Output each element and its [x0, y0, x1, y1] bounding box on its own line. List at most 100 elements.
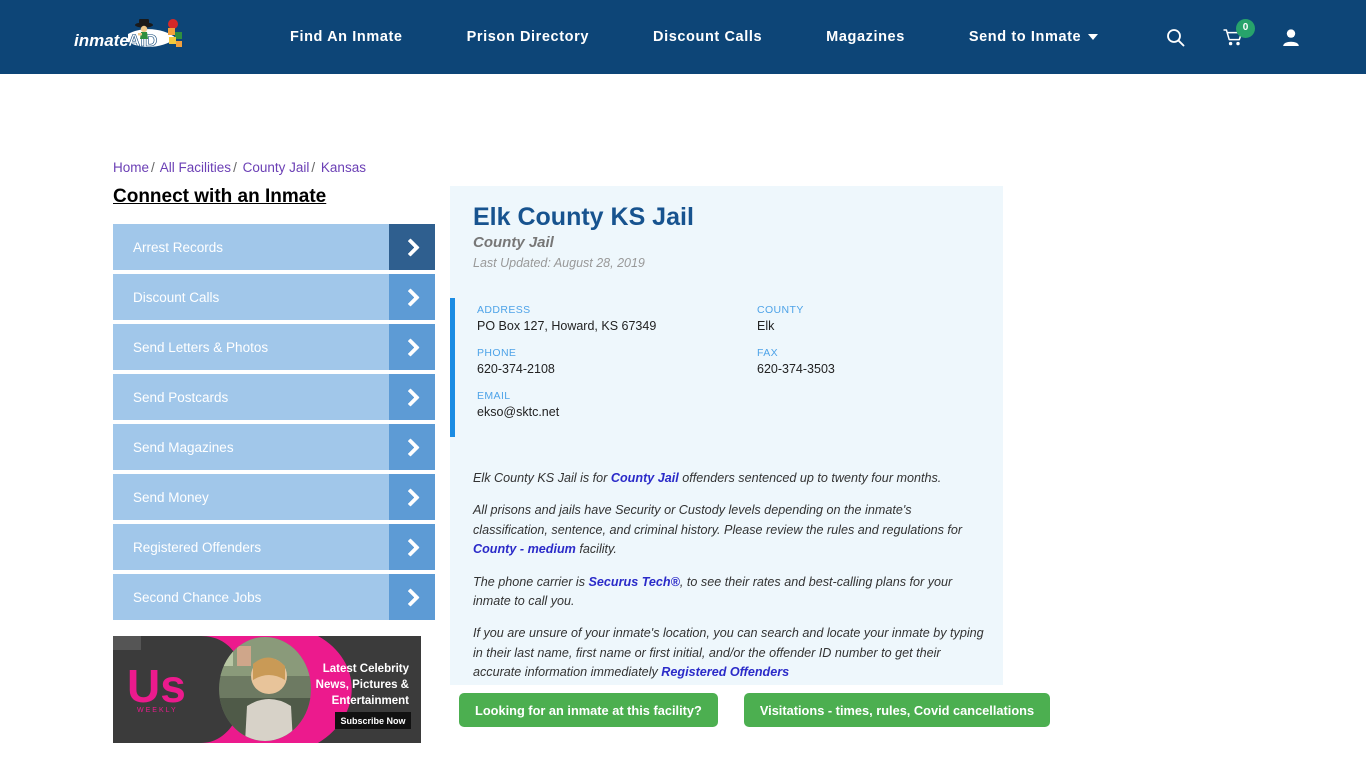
svg-text:Latest Celebrity: Latest Celebrity: [323, 663, 410, 675]
chevron-right-icon: [389, 524, 435, 570]
sidebar-item-send-postcards[interactable]: Send Postcards: [113, 374, 435, 420]
p1-text-b: offenders sentenced up to twenty four mo…: [678, 471, 942, 485]
user-icon[interactable]: [1282, 28, 1300, 47]
info-label: COUNTY: [757, 304, 804, 316]
chevron-right-icon: [389, 374, 435, 420]
info-label: PHONE: [477, 347, 517, 359]
visitations-button[interactable]: Visitations - times, rules, Covid cancel…: [743, 693, 1051, 727]
sidebar-item-label: Discount Calls: [133, 289, 220, 305]
sidebar-item-label: Arrest Records: [133, 239, 224, 255]
breadcrumb-item-county-jail[interactable]: County Jail: [243, 160, 310, 175]
breadcrumb-item-kansas[interactable]: Kansas: [321, 160, 366, 175]
info-label: FAX: [757, 347, 779, 359]
facility-detail-card: Elk County KS Jail County Jail Last Upda…: [450, 186, 1003, 685]
sidebar-item-discount-calls[interactable]: Discount Calls: [113, 274, 435, 320]
svg-text:inmate: inmate: [74, 31, 129, 50]
accent-bar: [450, 298, 455, 437]
link-county-medium[interactable]: County - medium: [473, 542, 576, 556]
page-title: Elk County KS Jail: [473, 203, 694, 231]
sidebar-item-label: Send Letters & Photos: [133, 339, 269, 355]
svg-text:Entertainment: Entertainment: [332, 695, 409, 707]
sidebar-item-label: Send Postcards: [133, 389, 229, 405]
p2-text-b: facility.: [575, 542, 617, 557]
main-navigation: Find An Inmate Prison Directory Discount…: [258, 0, 1108, 74]
nav-item-discount-calls[interactable]: Discount Calls: [621, 29, 794, 45]
facility-description: Elk County KS Jail is for County Jail of…: [473, 469, 985, 696]
description-paragraph-4: If you are unsure of your inmate's locat…: [473, 624, 985, 682]
breadcrumb-item-home[interactable]: Home: [113, 160, 149, 175]
info-row: PHONE 620-374-2108 FAX 620-374-3503: [477, 347, 977, 390]
info-cell-address: ADDRESS PO Box 127, Howard, KS 67349: [477, 304, 757, 333]
info-cell-fax: FAX 620-374-3503: [757, 347, 977, 376]
description-paragraph-2: All prisons and jails have Security or C…: [473, 501, 985, 559]
chevron-right-icon: [389, 274, 435, 320]
svg-text:News, Pictures &: News, Pictures &: [316, 679, 409, 691]
sidebar-item-arrest-records[interactable]: Arrest Records: [113, 224, 435, 270]
nav-item-send-to-inmate-label: Send to Inmate: [968, 29, 1082, 45]
sidebar-item-label: Send Magazines: [133, 439, 234, 455]
info-value: 620-374-2108: [477, 362, 555, 376]
info-cell-county: COUNTY Elk: [757, 304, 977, 333]
p2-text-a: All prisons and jails have Security or C…: [473, 503, 963, 537]
inmateaid-logo-icon: inmate AID: [74, 19, 182, 50]
breadcrumb-separator: /: [233, 160, 237, 175]
chevron-right-icon: [389, 474, 435, 520]
nav-item-send-to-inmate[interactable]: Send to Inmate: [937, 29, 1108, 45]
search-icon[interactable]: [1166, 28, 1185, 47]
cart-icon[interactable]: 0: [1223, 18, 1255, 47]
find-inmate-button[interactable]: Looking for an inmate at this facility?: [459, 693, 718, 727]
chevron-right-icon: [389, 574, 435, 620]
description-paragraph-1: Elk County KS Jail is for County Jail of…: [473, 469, 985, 488]
ad-creative: Latest Celebrity News, Pictures & Entert…: [113, 636, 421, 743]
info-value: ekso@sktc.net: [477, 405, 560, 419]
advertisement-banner[interactable]: Latest Celebrity News, Pictures & Entert…: [113, 636, 421, 743]
info-value: Elk: [757, 319, 775, 333]
p1-text-a: Elk County KS Jail is for: [473, 471, 611, 485]
sidebar-item-label: Send Money: [133, 489, 209, 505]
sidebar-item-label: Registered Offenders: [133, 539, 262, 555]
sidebar-item-label: Second Chance Jobs: [133, 589, 262, 605]
info-value: 620-374-3503: [757, 362, 835, 376]
nav-item-magazines[interactable]: Magazines: [794, 29, 937, 45]
info-row: ADDRESS PO Box 127, Howard, KS 67349 COU…: [477, 304, 977, 347]
link-securus-tech[interactable]: Securus Tech®: [589, 575, 680, 589]
header-icon-group: 0: [1166, 0, 1300, 74]
cart-count-badge: 0: [1236, 18, 1255, 38]
info-row: EMAIL ekso@sktc.net: [477, 390, 977, 433]
facility-type: County Jail: [473, 234, 554, 251]
sidebar: Connect with an Inmate Arrest Records Di…: [113, 186, 435, 624]
svg-text:Subscribe Now: Subscribe Now: [340, 716, 406, 726]
info-value: PO Box 127, Howard, KS 67349: [477, 319, 657, 333]
chevron-down-icon: [1088, 34, 1099, 41]
info-cell-phone: PHONE 620-374-2108: [477, 347, 757, 376]
chevron-right-icon: [389, 324, 435, 370]
sidebar-title: Connect with an Inmate: [113, 186, 327, 207]
site-logo[interactable]: inmate AID: [72, 16, 196, 60]
info-label: ADDRESS: [477, 304, 531, 316]
p3-text-a: The phone carrier is: [473, 574, 589, 589]
info-label: EMAIL: [477, 390, 511, 402]
facility-info-grid: ADDRESS PO Box 127, Howard, KS 67349 COU…: [477, 304, 977, 433]
sidebar-item-send-magazines[interactable]: Send Magazines: [113, 424, 435, 470]
breadcrumb-item-all-facilities[interactable]: All Facilities: [160, 160, 231, 175]
link-registered-offenders[interactable]: Registered Offenders: [661, 665, 789, 679]
action-button-row: Looking for an inmate at this facility? …: [459, 693, 1051, 727]
nav-item-prison-directory[interactable]: Prison Directory: [435, 29, 621, 45]
breadcrumb-separator: /: [151, 160, 155, 175]
breadcrumb-separator: /: [311, 160, 316, 175]
chevron-right-icon: [389, 424, 435, 470]
link-county-jail[interactable]: County Jail: [611, 471, 679, 485]
sidebar-item-send-letters-photos[interactable]: Send Letters & Photos: [113, 324, 435, 370]
sidebar-item-send-money[interactable]: Send Money: [113, 474, 435, 520]
description-paragraph-3: The phone carrier is Securus Tech®, to s…: [473, 573, 985, 612]
info-cell-email: EMAIL ekso@sktc.net: [477, 390, 757, 419]
nav-item-find-an-inmate[interactable]: Find An Inmate: [258, 29, 435, 45]
svg-text:WEEKLY: WEEKLY: [137, 707, 178, 714]
sidebar-item-registered-offenders[interactable]: Registered Offenders: [113, 524, 435, 570]
last-updated-text: Last Updated: August 28, 2019: [473, 256, 645, 270]
site-header: inmate AID Find An Inmate Prison Directo…: [0, 0, 1366, 74]
svg-text:Us: Us: [127, 660, 186, 712]
sidebar-item-second-chance-jobs[interactable]: Second Chance Jobs: [113, 574, 435, 620]
chevron-right-icon: [389, 224, 435, 270]
breadcrumb: Home / All Facilities / County Jail / Kansa…: [113, 160, 366, 175]
